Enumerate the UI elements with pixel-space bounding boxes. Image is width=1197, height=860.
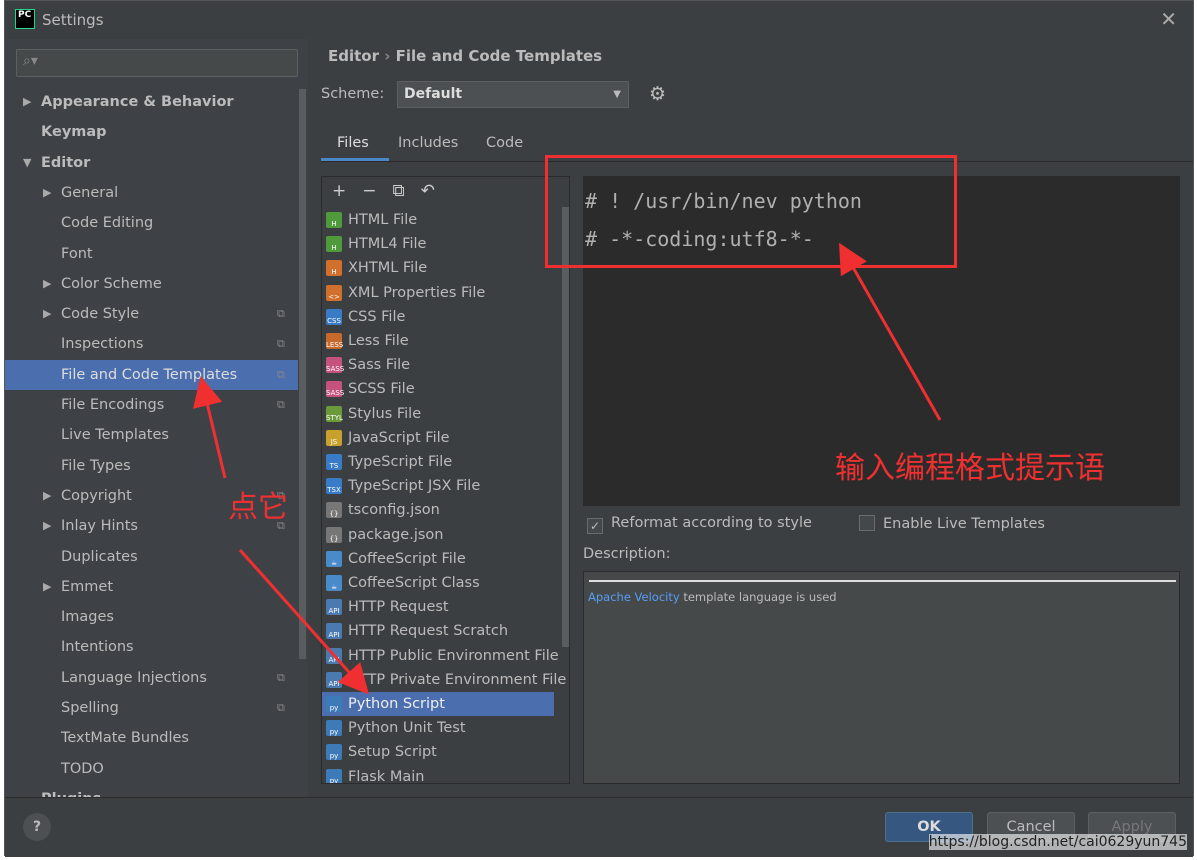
watermark: https://blog.csdn.net/cai0629yun745 <box>928 834 1187 850</box>
annotation-arrows <box>193 242 942 695</box>
arrow-to-menu <box>193 376 227 479</box>
arrow-to-python <box>238 549 369 695</box>
arrow-to-editor <box>839 242 942 421</box>
